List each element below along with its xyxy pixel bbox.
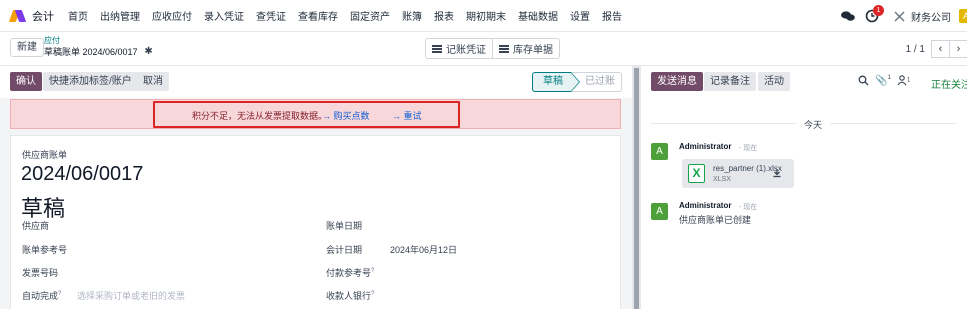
notification-badge: 1 [873, 5, 884, 16]
stock-picking-label: 库存单据 [513, 45, 553, 56]
activity-clock-icon[interactable]: 1 [865, 5, 884, 23]
attachment-card[interactable]: X res_partner (1).xlsx XLSX [682, 159, 794, 188]
following-button[interactable]: 正在关注 [931, 76, 967, 91]
download-icon[interactable] [772, 168, 782, 178]
add-tag-button[interactable]: 快捷添加标签/账户 [43, 72, 138, 91]
menu-item-reports[interactable]: 报表 [434, 8, 454, 23]
form-statusbar: 确认 快捷添加标签/账户 取消 草稿 已过账 [0, 66, 632, 98]
activity-button[interactable]: 活动 [758, 72, 790, 91]
menu-item-receivable-payable[interactable]: 应收应付 [152, 8, 192, 23]
menu-item-fixed-assets[interactable]: 固定资产 [350, 8, 390, 23]
auto-complete-label: 自动完成? [22, 291, 62, 301]
app-name[interactable]: 会计 [32, 8, 54, 24]
accounting-date-input[interactable]: 2024年06月12日 [390, 243, 457, 256]
list-icon [499, 44, 509, 53]
retry-link[interactable]: → 重试 [392, 109, 422, 122]
cancel-button[interactable]: 取消 [137, 72, 169, 91]
document-type: 供应商账单 [22, 150, 68, 160]
message-body: 供应商账单已创建 [679, 215, 752, 225]
menu-item-enter-voucher[interactable]: 录入凭证 [204, 8, 244, 23]
journal-entry-button[interactable]: 记账凭证 [426, 39, 492, 58]
scrollbar[interactable] [634, 68, 639, 309]
menu-item-report[interactable]: 报告 [602, 8, 622, 23]
menu-item-settings[interactable]: 设置 [570, 8, 590, 23]
message-author[interactable]: Administrator [679, 201, 731, 210]
user-avatar[interactable]: A [959, 9, 967, 23]
message-time: - 现在 [739, 204, 758, 211]
pager-value[interactable]: 1 / 1 [906, 44, 925, 55]
follower-count: 1 [907, 77, 911, 84]
attachment-extension: XLSX [713, 176, 731, 183]
payment-reference-label: 付款参考号? [326, 268, 375, 278]
excel-file-icon: X [688, 164, 705, 183]
send-message-button[interactable]: 发送消息 [651, 72, 703, 91]
message-avatar[interactable]: A [651, 143, 668, 160]
attachment-count: 1 [887, 75, 891, 81]
stock-picking-button[interactable]: 库存单据 [492, 39, 559, 58]
bill-reference-label: 账单参考号 [22, 245, 68, 255]
main-menu: 首页 出纳管理 应收应付 录入凭证 查凭证 查看库存 固定资产 账簿 报表 期初… [68, 8, 634, 23]
breadcrumb: 应付 草稿账单 2024/06/0017 ✱ [44, 36, 153, 58]
list-icon [432, 44, 442, 53]
message-avatar[interactable]: A [651, 203, 668, 220]
menu-item-master-data[interactable]: 基础数据 [518, 8, 558, 23]
menu-item-period[interactable]: 期初期末 [466, 8, 506, 23]
alert-message: 积分不足，无法从发票提取数据。 [192, 111, 328, 121]
control-panel: 新建 应付 草稿账单 2024/06/0017 ✱ 记账凭证 库存单据 1 / … [0, 32, 967, 66]
breadcrumb-current: 草稿账单 2024/06/0017 [44, 47, 138, 57]
gear-icon[interactable]: ✱ [144, 46, 152, 58]
journal-entry-label: 记账凭证 [446, 45, 486, 56]
followers-button[interactable]: 1 [897, 75, 910, 89]
confirm-button[interactable]: 确认 [10, 72, 42, 91]
recipient-bank-label: 收款人银行? [326, 291, 375, 301]
bill-date-label: 账单日期 [326, 221, 363, 231]
buy-credits-link[interactable]: → 购买点数 [322, 109, 370, 122]
invoice-number-label: 发票号码 [22, 268, 59, 278]
menu-item-home[interactable]: 首页 [68, 8, 88, 23]
tools-icon[interactable] [893, 10, 906, 23]
log-note-button[interactable]: 记录备注 [704, 72, 756, 91]
chat-icon[interactable] [841, 10, 855, 22]
accounting-app-icon[interactable] [8, 8, 27, 24]
person-icon [897, 75, 907, 86]
document-number: 2024/06/0017 [21, 163, 144, 185]
date-separator-today: 今天 [796, 118, 831, 131]
status-draft[interactable]: 草稿 [532, 72, 580, 92]
form-area: 确认 快捷添加标签/账户 取消 草稿 已过账 积分不足，无法从发票提取数据。 →… [0, 66, 632, 309]
status-steps: 草稿 已过账 [532, 72, 622, 92]
message-author[interactable]: Administrator [679, 142, 731, 151]
navbar-right: 1 财务公司 A [841, 0, 967, 32]
paperclip-icon: 📎 [875, 75, 888, 87]
menu-item-inventory[interactable]: 查看库存 [298, 8, 338, 23]
message-time: - 现在 [739, 145, 758, 152]
form-sheet: 供应商账单 2024/06/0017 草稿 供应商 账单参考号 发票号码 自动完… [10, 135, 621, 309]
menu-item-ledgers[interactable]: 账簿 [402, 8, 422, 23]
breadcrumb-parent[interactable]: 应付 [44, 36, 153, 46]
attachment-button[interactable]: 📎1 [875, 75, 891, 86]
vendor-label: 供应商 [22, 221, 50, 231]
auto-complete-input[interactable]: 选择采购订单或老旧的发票 [77, 289, 185, 302]
company-switcher[interactable]: 财务公司 [911, 9, 951, 24]
accounting-date-label: 会计日期 [326, 245, 363, 255]
smart-buttons: 记账凭证 库存单据 [425, 38, 560, 59]
pager-next-icon[interactable]: › [949, 40, 967, 58]
top-navbar: 会计 首页 出纳管理 应收应付 录入凭证 查凭证 查看库存 固定资产 账簿 报表… [0, 0, 967, 32]
new-button[interactable]: 新建 [10, 38, 44, 57]
menu-item-view-voucher[interactable]: 查凭证 [256, 8, 286, 23]
pager: 1 / 1 ‹ › [906, 40, 967, 58]
menu-item-cashier[interactable]: 出纳管理 [100, 8, 140, 23]
chatter-panel: 发送消息 记录备注 活动 📎1 1 正在关注 今天 A Administrato… [641, 66, 967, 309]
pager-previous-icon[interactable]: ‹ [931, 40, 949, 58]
search-icon[interactable] [858, 75, 869, 89]
